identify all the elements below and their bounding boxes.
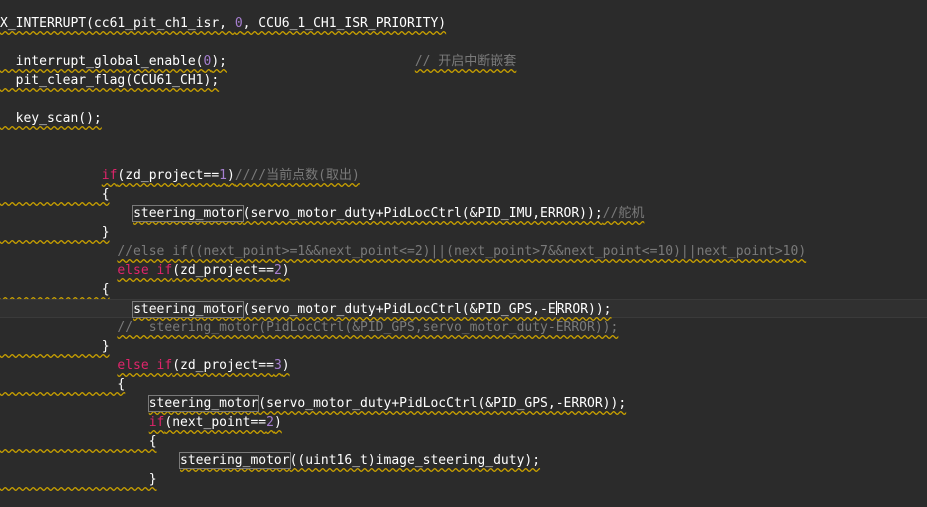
keyword-token: else if <box>117 358 173 373</box>
number-token: 0 <box>234 16 243 31</box>
code-token: key_scan(); <box>0 111 102 126</box>
code-line[interactable]: else if(zd_project==2) <box>0 261 927 280</box>
code-line[interactable]: //else if((next_point>=1&&next_point<=2)… <box>0 242 927 261</box>
code-line[interactable]: { <box>0 432 927 451</box>
code-token: { <box>0 377 126 392</box>
code-token: (zd_project== <box>172 358 274 373</box>
code-line[interactable]: { <box>0 185 927 204</box>
code-token: (zd_project== <box>172 263 274 278</box>
code-line[interactable]: key_scan(); <box>0 109 927 128</box>
code-line[interactable]: steering_motor(servo_motor_duty+PidLocCt… <box>0 394 927 413</box>
number-token: 1 <box>219 168 227 183</box>
code-editor[interactable]: X_INTERRUPT(cc61_pit_ch1_isr, 0, CCU6_1_… <box>0 0 927 507</box>
code-line[interactable]: if(next_point==2) <box>0 413 927 432</box>
comment-token: // 开启中断嵌套 <box>414 54 517 69</box>
code-token: { <box>0 282 110 297</box>
keyword-token: if <box>148 415 165 430</box>
code-token: interrupt_global_enable( <box>0 54 204 69</box>
number-token: 2 <box>273 263 282 278</box>
code-line[interactable] <box>0 128 927 147</box>
code-line[interactable]: { <box>0 375 927 394</box>
code-line[interactable]: { <box>0 280 927 299</box>
code-line[interactable] <box>0 33 927 52</box>
code-line[interactable]: } <box>0 470 927 489</box>
code-line[interactable]: X_INTERRUPT(cc61_pit_ch1_isr, 0, CCU6_1_… <box>0 14 927 33</box>
code-token: ) <box>273 415 282 430</box>
comment-token: // steering_motor(PidLocCtrl(&PID_GPS,se… <box>117 320 619 335</box>
code-token: X_INTERRUPT(cc61_pit_ch1_isr, <box>0 16 235 31</box>
highlighted-symbol: steering_motor <box>179 452 291 469</box>
code-token: ((uint16_t)image_steering_duty); <box>289 453 541 468</box>
code-token: ); <box>211 54 227 69</box>
code-token: { <box>0 187 110 202</box>
code-line[interactable]: interrupt_global_enable(0); // 开启中断嵌套 <box>0 52 927 71</box>
code-token: (servo_motor_duty+PidLocCtrl(&PID_GPS,-E <box>242 302 556 317</box>
code-token: (next_point== <box>164 415 267 430</box>
highlighted-symbol: steering_motor <box>147 395 260 412</box>
code-line[interactable]: // steering_motor(PidLocCtrl(&PID_GPS,se… <box>0 318 927 337</box>
code-line[interactable]: if(zd_project==1)////当前点数(取出) <box>0 166 927 185</box>
code-token: } <box>0 225 110 240</box>
comment-token: //else if((next_point>=1&&next_point<=2)… <box>117 244 807 259</box>
highlighted-symbol: steering_motor <box>132 301 244 318</box>
code-line[interactable]: steering_motor((uint16_t)image_steering_… <box>0 451 927 470</box>
code-line[interactable]: pit_clear_flag(CCU61_CH1); <box>0 71 927 90</box>
code-line[interactable]: } <box>0 223 927 242</box>
code-token: , CCU6_1_CH1_ISR_PRIORITY) <box>242 16 447 31</box>
code-token: (zd_project== <box>117 168 220 183</box>
number-token: 3 <box>273 358 282 373</box>
code-token: (servo_motor_duty+PidLocCtrl(&PID_IMU,ER… <box>242 206 603 221</box>
number-token: 2 <box>266 415 274 430</box>
code-line[interactable]: else if(zd_project==3) <box>0 356 927 375</box>
keyword-token: else if <box>117 263 173 278</box>
comment-token: ////当前点数(取出) <box>234 168 360 183</box>
code-token: ) <box>281 358 290 373</box>
code-token: (servo_motor_duty+PidLocCtrl(&PID_GPS,-E… <box>258 396 627 411</box>
code-line[interactable] <box>0 90 927 109</box>
highlighted-symbol: steering_motor <box>132 205 244 222</box>
code-line[interactable]: } <box>0 337 927 356</box>
code-line[interactable]: steering_motor(servo_motor_duty+PidLocCt… <box>0 204 927 223</box>
code-token: { <box>0 434 157 449</box>
code-line[interactable]: steering_motor(servo_motor_duty+PidLocCt… <box>0 299 927 318</box>
comment-token: //舵机 <box>602 206 645 221</box>
code-token: ) <box>281 263 290 278</box>
code-token: RROR)); <box>556 302 612 317</box>
code-line[interactable] <box>0 147 927 166</box>
code-token: } <box>0 472 157 487</box>
keyword-token: if <box>101 168 118 183</box>
code-token: } <box>0 339 110 354</box>
code-token: pit_clear_flag(CCU61_CH1); <box>0 73 220 88</box>
code-token: ) <box>226 168 235 183</box>
